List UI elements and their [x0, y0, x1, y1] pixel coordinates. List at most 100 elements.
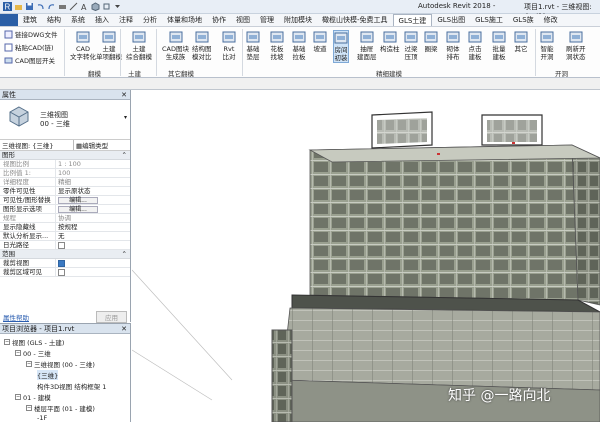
ribbon-button-3-11[interactable]: 批量 建板 — [492, 30, 506, 61]
tab-8[interactable]: 视图 — [231, 14, 255, 26]
tab-12[interactable]: GLS土建 — [392, 14, 433, 26]
undo-icon[interactable] — [36, 2, 45, 11]
tab-4[interactable]: 注释 — [114, 14, 138, 26]
property-value[interactable]: 精细 — [56, 178, 130, 186]
property-value[interactable] — [56, 241, 130, 249]
ribbon-button-3-4[interactable]: 房间 初装 — [333, 30, 349, 63]
browser-tree-item[interactable]: − 楼层平面 (01 - 建模) — [26, 403, 95, 413]
tab-7[interactable]: 协作 — [207, 14, 231, 26]
browser-tree-item[interactable]: {三维} — [37, 370, 59, 380]
ribbon-button-4-1[interactable]: 刷新开 洞状态 — [566, 30, 586, 61]
property-value[interactable]: 编辑... — [56, 205, 130, 213]
3d-view-icon[interactable] — [91, 2, 100, 12]
building-model[interactable] — [132, 90, 600, 422]
expand-toggle-icon[interactable]: − — [15, 350, 21, 356]
ribbon-button-0-1[interactable]: 土建 单项翻模 — [96, 30, 122, 61]
ribbon-button-3-1[interactable]: 花板 找坡 — [270, 30, 284, 61]
checkbox[interactable] — [58, 260, 65, 267]
project-browser-header: 项目浏览器 - 项目1.rvt ✕ — [0, 324, 130, 334]
expand-toggle-icon[interactable]: − — [4, 339, 10, 345]
file-tab[interactable] — [0, 14, 18, 26]
ribbon-button-3-2[interactable]: 基础 拉板 — [292, 30, 306, 61]
ribbon-button-3-0[interactable]: 基础 垫层 — [246, 30, 260, 61]
ribbon-button-4-0[interactable]: 智能 开洞 — [540, 30, 554, 61]
chevron-down-icon[interactable]: ▾ — [124, 114, 127, 121]
save-icon[interactable] — [25, 2, 34, 11]
ribbon-button-0-0[interactable]: CAD 文字转化 — [70, 30, 96, 61]
expand-toggle-icon[interactable]: − — [15, 394, 21, 400]
apply-button[interactable]: 应用 — [96, 311, 127, 323]
expand-toggle-icon[interactable]: − — [26, 361, 32, 367]
browser-tree-item[interactable]: −00 - 三维 — [15, 348, 51, 358]
link-dwg-button[interactable]: 链接DWG文件 — [4, 29, 57, 39]
property-value[interactable] — [56, 268, 130, 276]
browser-tree-item[interactable]: -1F — [37, 414, 47, 422]
ribbon-button-3-12[interactable]: 其它 — [514, 30, 528, 53]
browser-tree-item[interactable]: − 三维视图 (00 - 三维) — [26, 359, 95, 369]
tab-0[interactable]: 建筑 — [18, 14, 42, 26]
checkbox[interactable] — [58, 269, 65, 276]
tab-1[interactable]: 结构 — [42, 14, 66, 26]
property-value[interactable] — [56, 259, 130, 267]
collapse-icon[interactable]: ⌃ — [122, 250, 127, 259]
collapse-icon[interactable]: ⌃ — [122, 151, 127, 160]
browser-tree-item[interactable]: − 视图 (GLS - 土建) — [4, 337, 64, 347]
tab-5[interactable]: 分析 — [138, 14, 162, 26]
property-value[interactable]: 100 — [56, 169, 130, 177]
tab-15[interactable]: GLS族 — [508, 14, 539, 26]
ribbon-button-2-1[interactable]: 结构图 模对比 — [192, 30, 212, 61]
expand-toggle-icon[interactable]: − — [26, 405, 32, 411]
tab-13[interactable]: GLS出图 — [432, 14, 470, 26]
paste-cad-button[interactable]: 粘贴CAD(链) — [4, 42, 54, 52]
tab-11[interactable]: 橄榄山快模-免费工具 — [317, 14, 393, 26]
ribbon-button-1-0[interactable]: 土建 综合翻模 — [126, 30, 152, 61]
ribbon-button-3-9[interactable]: 砌体 排布 — [446, 30, 460, 61]
property-value[interactable]: 按规程 — [56, 223, 130, 231]
revit-logo-icon[interactable]: R — [3, 2, 12, 12]
ribbon-button-3-10[interactable]: 点击 建板 — [468, 30, 482, 61]
tab-6[interactable]: 体量和场地 — [162, 14, 207, 26]
cad-layer-toggle-button[interactable]: CAD图层开关 — [4, 55, 55, 65]
property-value[interactable]: 1 : 100 — [56, 160, 130, 168]
property-value[interactable]: 协调 — [56, 214, 130, 222]
type-selector[interactable]: 三维视图 00 - 三维 ▾ — [0, 100, 130, 140]
properties-help-link[interactable]: 属性帮助 — [3, 312, 29, 322]
ribbon-button-3-7[interactable]: 过梁 压顶 — [404, 30, 418, 61]
ribbon-button-3-5[interactable]: 抽屉 建面层 — [357, 30, 377, 61]
edit-type-button[interactable]: ▦编辑类型 — [74, 140, 108, 150]
print-icon[interactable] — [58, 2, 67, 11]
redo-icon[interactable] — [47, 2, 56, 11]
property-group-header[interactable]: 范围 ⌃ — [0, 250, 130, 259]
open-icon[interactable] — [14, 2, 23, 11]
tab-14[interactable]: GLS施工 — [470, 14, 508, 26]
section-icon[interactable] — [102, 2, 111, 11]
dropdown-icon[interactable] — [113, 2, 122, 11]
3d-view-canvas[interactable] — [132, 90, 600, 422]
svg-text:A: A — [81, 3, 87, 11]
browser-tree-item[interactable]: −01 - 建模 — [15, 392, 51, 402]
ribbon-button-3-3[interactable]: 坡道 — [313, 30, 327, 53]
checkbox[interactable] — [58, 242, 65, 249]
property-group-header[interactable]: 图形 ⌃ — [0, 151, 130, 160]
edit-button[interactable]: 编辑... — [58, 197, 98, 204]
ribbon-button-3-8[interactable]: 圈梁 — [424, 30, 438, 53]
ribbon-button-3-6[interactable]: 构造柱 — [380, 30, 400, 53]
property-value[interactable]: 编辑... — [56, 196, 130, 204]
tab-10[interactable]: 附加模块 — [279, 14, 317, 26]
view-selector-value[interactable]: 三维视图: {三维} — [0, 140, 74, 150]
tab-2[interactable]: 系统 — [66, 14, 90, 26]
property-value[interactable]: 无 — [56, 232, 130, 240]
tab-16[interactable]: 修改 — [539, 14, 563, 26]
edit-button[interactable]: 编辑... — [58, 206, 98, 213]
text-icon[interactable]: A — [80, 2, 89, 12]
tab-9[interactable]: 管理 — [255, 14, 279, 26]
measure-icon[interactable] — [69, 2, 78, 11]
browser-tree-item[interactable]: 构件3D视图 结构框架 1 — [37, 381, 106, 391]
close-icon[interactable]: ✕ — [121, 90, 127, 100]
close-icon[interactable]: ✕ — [121, 324, 127, 334]
ribbon-button-2-2[interactable]: Rvt 比对 — [222, 30, 236, 61]
property-value[interactable]: 显示原状态 — [56, 187, 130, 195]
ribbon-button-2-0[interactable]: CAD图块 生成族 — [162, 30, 189, 61]
tab-3[interactable]: 插入 — [90, 14, 114, 26]
instance-selector[interactable]: 三维视图: {三维} ▦编辑类型 — [0, 140, 130, 151]
